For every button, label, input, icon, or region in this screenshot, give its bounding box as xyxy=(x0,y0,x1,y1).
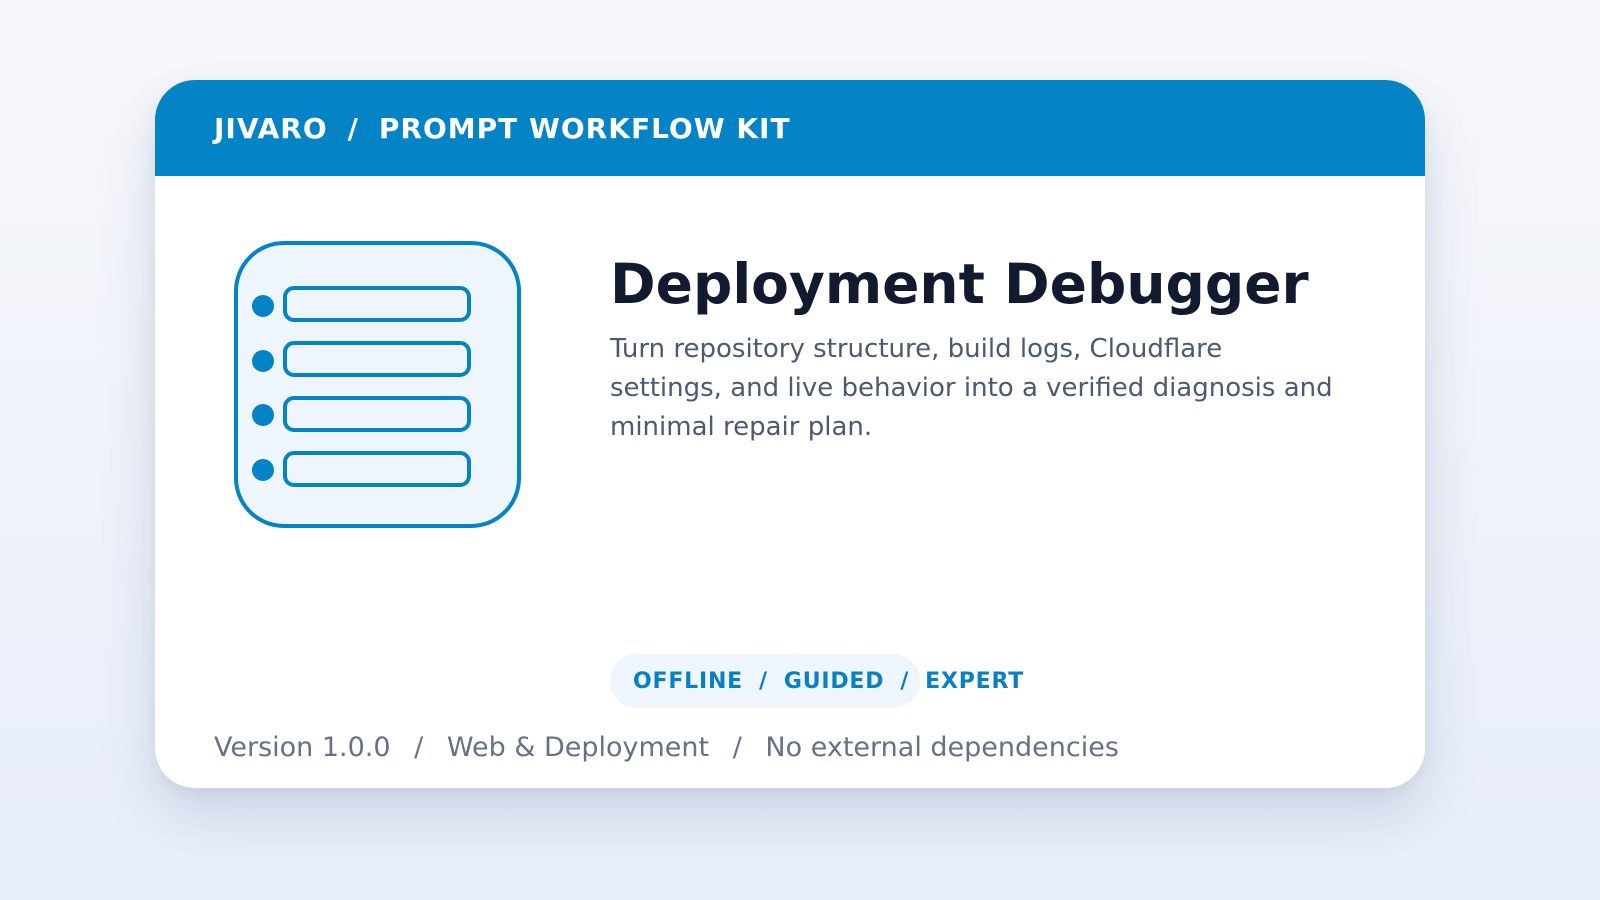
list-checklist-icon xyxy=(233,240,525,532)
header-separator: / xyxy=(347,111,359,145)
brand-name: JIVARO xyxy=(214,111,328,145)
dependencies-label: No external dependencies xyxy=(765,732,1119,763)
product-description: Turn repository structure, build logs, C… xyxy=(610,334,1333,442)
card-header: JIVARO / PROMPT WORKFLOW KIT xyxy=(155,80,1425,176)
tag-offline: OFFLINE xyxy=(633,668,744,694)
footer-separator: / xyxy=(732,732,742,763)
tag-separator: / xyxy=(900,668,910,694)
card-footer: Version 1.0.0 / Web & Deployment / No ex… xyxy=(214,732,1119,763)
mode-tags-badge: OFFLINE / GUIDED / EXPERT xyxy=(610,654,1023,708)
page-title: Deployment Debugger xyxy=(610,252,1309,316)
footer-separator: / xyxy=(414,732,424,763)
category-label: Web & Deployment xyxy=(446,732,710,763)
tag-expert: EXPERT xyxy=(925,668,1025,694)
version-label: Version 1.0.0 xyxy=(214,732,391,763)
tag-guided: GUIDED xyxy=(783,668,885,694)
tag-separator: / xyxy=(759,668,768,694)
product-name: PROMPT WORKFLOW KIT xyxy=(378,111,791,145)
product-card: JIVARO / PROMPT WORKFLOW KIT Deployment … xyxy=(155,80,1425,788)
